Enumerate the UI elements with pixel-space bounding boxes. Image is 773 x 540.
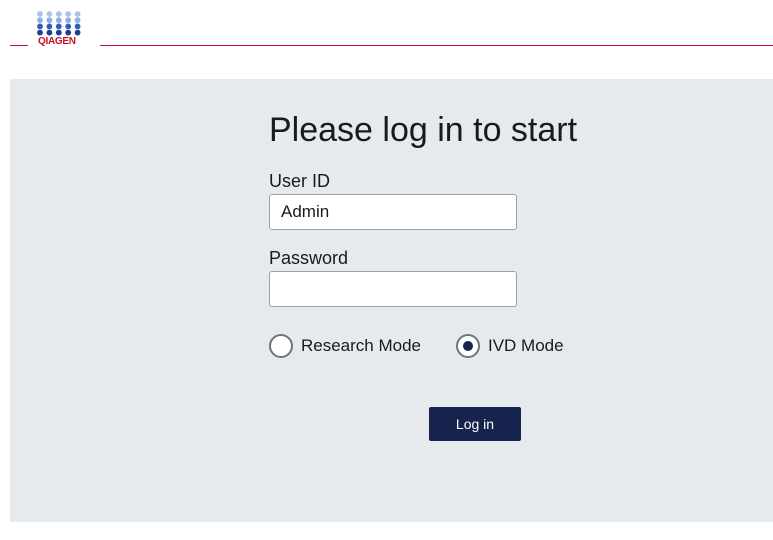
logo-dot — [46, 29, 53, 36]
qiagen-logo — [33, 11, 91, 59]
logo-dot — [55, 29, 62, 36]
logo-dot — [65, 11, 72, 17]
logo-dot — [37, 23, 43, 30]
page-title: Please log in to start — [269, 111, 578, 149]
user-id-label: User ID — [269, 171, 331, 191]
logo-dot — [55, 23, 62, 30]
ivd-mode-radio[interactable] — [456, 334, 480, 358]
research-mode-label: Research Mode — [301, 336, 422, 355]
logo-dot — [46, 11, 53, 17]
logo-dot — [37, 29, 43, 36]
logo-dot — [55, 11, 62, 17]
ivd-mode-option[interactable]: IVD Mode — [456, 331, 564, 361]
qiagen-dot-grid-icon — [37, 11, 81, 36]
logo-dot — [65, 17, 72, 24]
logo-dot — [74, 17, 81, 24]
header-divider-left — [10, 45, 28, 46]
research-mode-option[interactable]: Research Mode — [269, 331, 421, 361]
logo-dot — [46, 17, 53, 24]
brand-name: QIAGEN — [38, 36, 76, 47]
logo-dot — [74, 23, 81, 30]
logo-dot — [65, 23, 72, 30]
logo-dot — [55, 17, 62, 24]
login-panel: Please log in to start User ID Password … — [10, 79, 773, 522]
password-field[interactable] — [269, 271, 517, 307]
logo-dot — [37, 11, 43, 17]
password-label: Password — [269, 248, 349, 268]
login-button[interactable]: Log in — [429, 407, 521, 441]
logo-dot — [46, 23, 53, 30]
logo-dot — [74, 29, 81, 36]
research-mode-radio[interactable] — [269, 334, 293, 358]
logo-dot — [74, 11, 81, 17]
radio-selected-dot — [463, 341, 473, 351]
logo-dot — [37, 17, 43, 24]
logo-dot — [65, 29, 72, 36]
user-id-field[interactable] — [269, 194, 517, 230]
header-divider-right — [100, 45, 773, 46]
app-header: QIAGEN — [0, 0, 773, 62]
ivd-mode-label: IVD Mode — [488, 336, 564, 355]
